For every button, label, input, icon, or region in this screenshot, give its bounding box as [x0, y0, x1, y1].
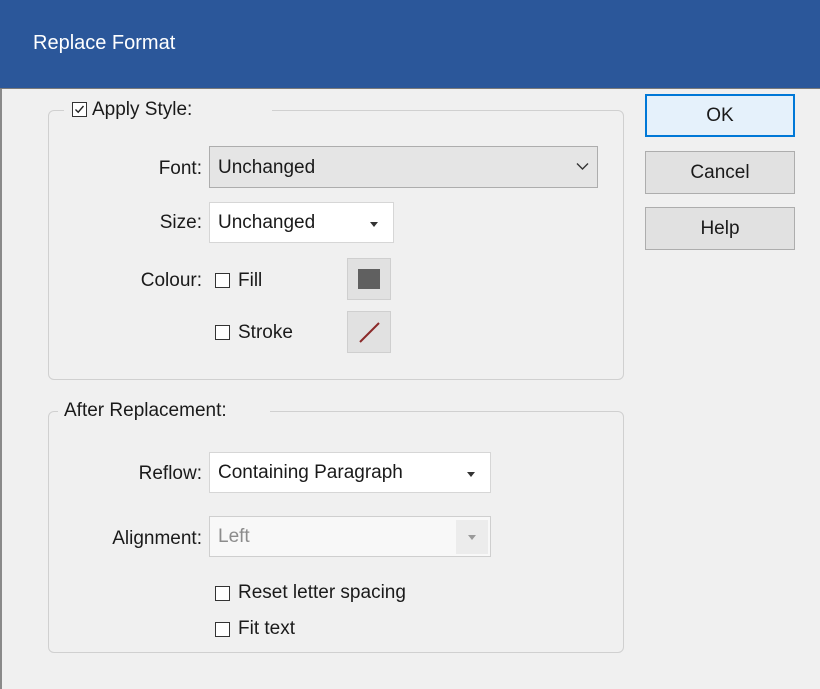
- apply-style-checkbox[interactable]: [72, 102, 87, 117]
- fill-checkbox[interactable]: [215, 273, 230, 288]
- font-label: Font:: [158, 158, 202, 179]
- after-replacement-label: After Replacement:: [64, 400, 227, 421]
- size-select[interactable]: Unchanged: [209, 202, 394, 243]
- reset-letter-spacing-checkbox[interactable]: [215, 586, 230, 601]
- font-select-value: Unchanged: [218, 157, 316, 178]
- alignment-label: Alignment:: [112, 528, 202, 549]
- dropdown-arrow-icon: [468, 535, 476, 540]
- alignment-dropdown-button: [456, 520, 488, 554]
- ok-button[interactable]: OK: [645, 94, 795, 137]
- dialog-title: Replace Format: [33, 32, 176, 54]
- font-select[interactable]: Unchanged: [209, 146, 598, 188]
- chevron-down-icon: [576, 163, 589, 170]
- colour-label: Colour:: [140, 270, 202, 291]
- cancel-button[interactable]: Cancel: [645, 151, 795, 194]
- fill-color-swatch[interactable]: [347, 258, 391, 300]
- apply-style-label: Apply Style:: [92, 99, 193, 120]
- reflow-label: Reflow:: [138, 463, 202, 484]
- fill-color-chip: [358, 269, 380, 289]
- stroke-checkbox[interactable]: [215, 325, 230, 340]
- no-stroke-icon: [359, 322, 380, 343]
- fit-text-label: Fit text: [238, 618, 296, 639]
- reflow-select[interactable]: Containing Paragraph: [209, 452, 491, 493]
- title-bar[interactable]: Replace Format: [0, 0, 820, 89]
- fill-label: Fill: [238, 270, 263, 291]
- fit-text-checkbox[interactable]: [215, 622, 230, 637]
- stroke-color-swatch[interactable]: [347, 311, 391, 353]
- alignment-select[interactable]: Left: [209, 516, 491, 557]
- window-left-border: [0, 0, 2, 689]
- reflow-select-value: Containing Paragraph: [218, 462, 403, 483]
- size-select-value: Unchanged: [218, 212, 316, 233]
- reset-letter-spacing-label: Reset letter spacing: [238, 582, 406, 603]
- alignment-select-value: Left: [218, 526, 250, 547]
- dropdown-arrow-icon: [370, 222, 378, 227]
- dropdown-arrow-icon: [467, 472, 475, 477]
- size-label: Size:: [159, 212, 202, 233]
- help-button[interactable]: Help: [645, 207, 795, 250]
- stroke-label: Stroke: [238, 322, 293, 343]
